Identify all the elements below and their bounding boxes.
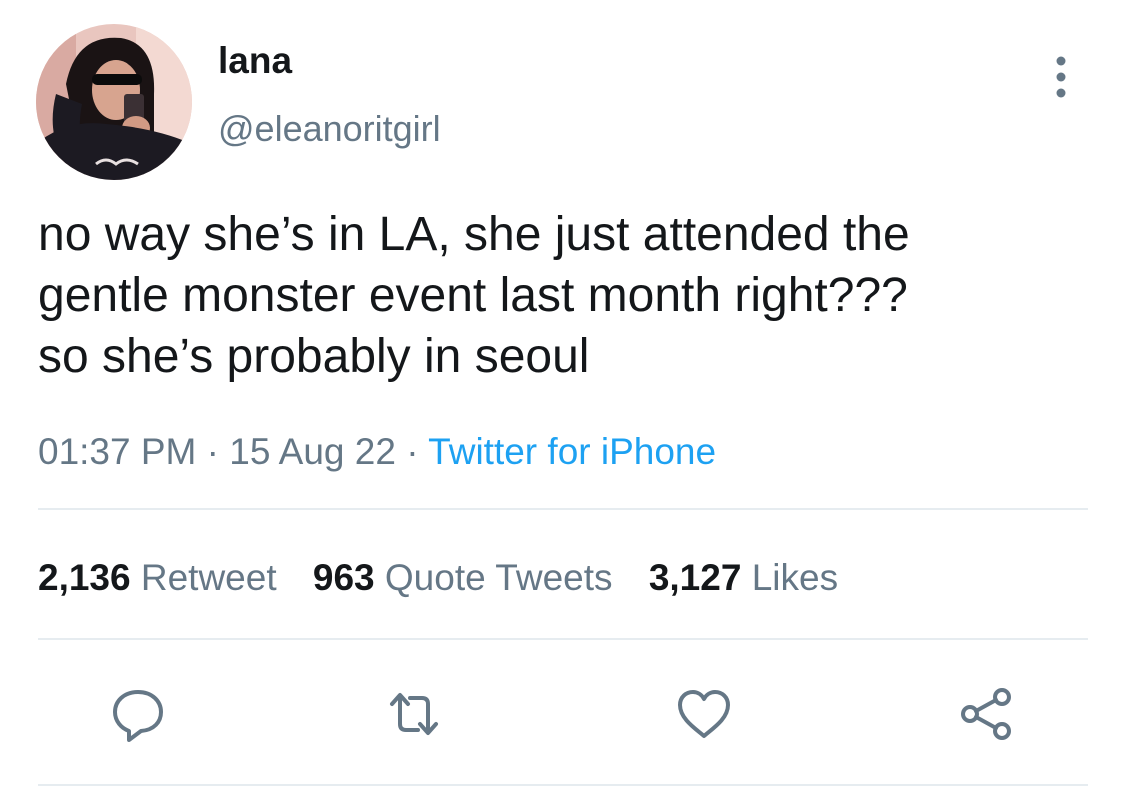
more-vertical-icon[interactable] [1050, 56, 1072, 100]
quote-tweets-label: Quote Tweets [384, 557, 613, 598]
heart-icon[interactable] [674, 684, 734, 744]
display-name[interactable]: lana [218, 38, 292, 84]
likes-stat[interactable]: 3,127 Likes [649, 557, 838, 598]
retweets-count: 2,136 [38, 557, 131, 598]
reply-icon[interactable] [108, 684, 168, 744]
share-icon[interactable] [956, 684, 1016, 744]
tweet-text: no way she’s in LA, she just attended th… [38, 204, 1098, 387]
tweet-date[interactable]: 15 Aug 22 [229, 431, 396, 472]
likes-count: 3,127 [648, 557, 742, 598]
avatar[interactable] [36, 24, 192, 180]
retweets-label: Retweet [140, 557, 277, 598]
retweets-stat[interactable]: 2,136 Retweet [38, 557, 277, 598]
tweet-meta: 01:37 PM · 15 Aug 22 · Twitter for iPhon… [38, 428, 716, 476]
divider [38, 784, 1088, 786]
tweet-text-line: gentle monster event last month right??? [38, 269, 908, 322]
meta-separator: · [206, 431, 219, 472]
tweet-text-line: so she’s probably in seoul [38, 330, 590, 383]
tweet-source-link[interactable]: Twitter for iPhone [428, 431, 716, 472]
divider [38, 508, 1088, 510]
tweet-stats: 2,136 Retweet 963 Quote Tweets 3,127 Lik… [38, 554, 864, 602]
tweet-text-line: no way she’s in LA, she just attended th… [38, 208, 910, 261]
meta-separator: · [406, 431, 419, 472]
likes-label: Likes [751, 557, 839, 598]
quote-tweets-count: 963 [312, 557, 375, 598]
divider [38, 638, 1088, 640]
quote-tweets-stat[interactable]: 963 Quote Tweets [313, 557, 613, 598]
user-handle[interactable]: @eleanoritgirl [218, 106, 441, 152]
tweet-time[interactable]: 01:37 PM [38, 431, 196, 472]
retweet-icon[interactable] [384, 684, 444, 744]
